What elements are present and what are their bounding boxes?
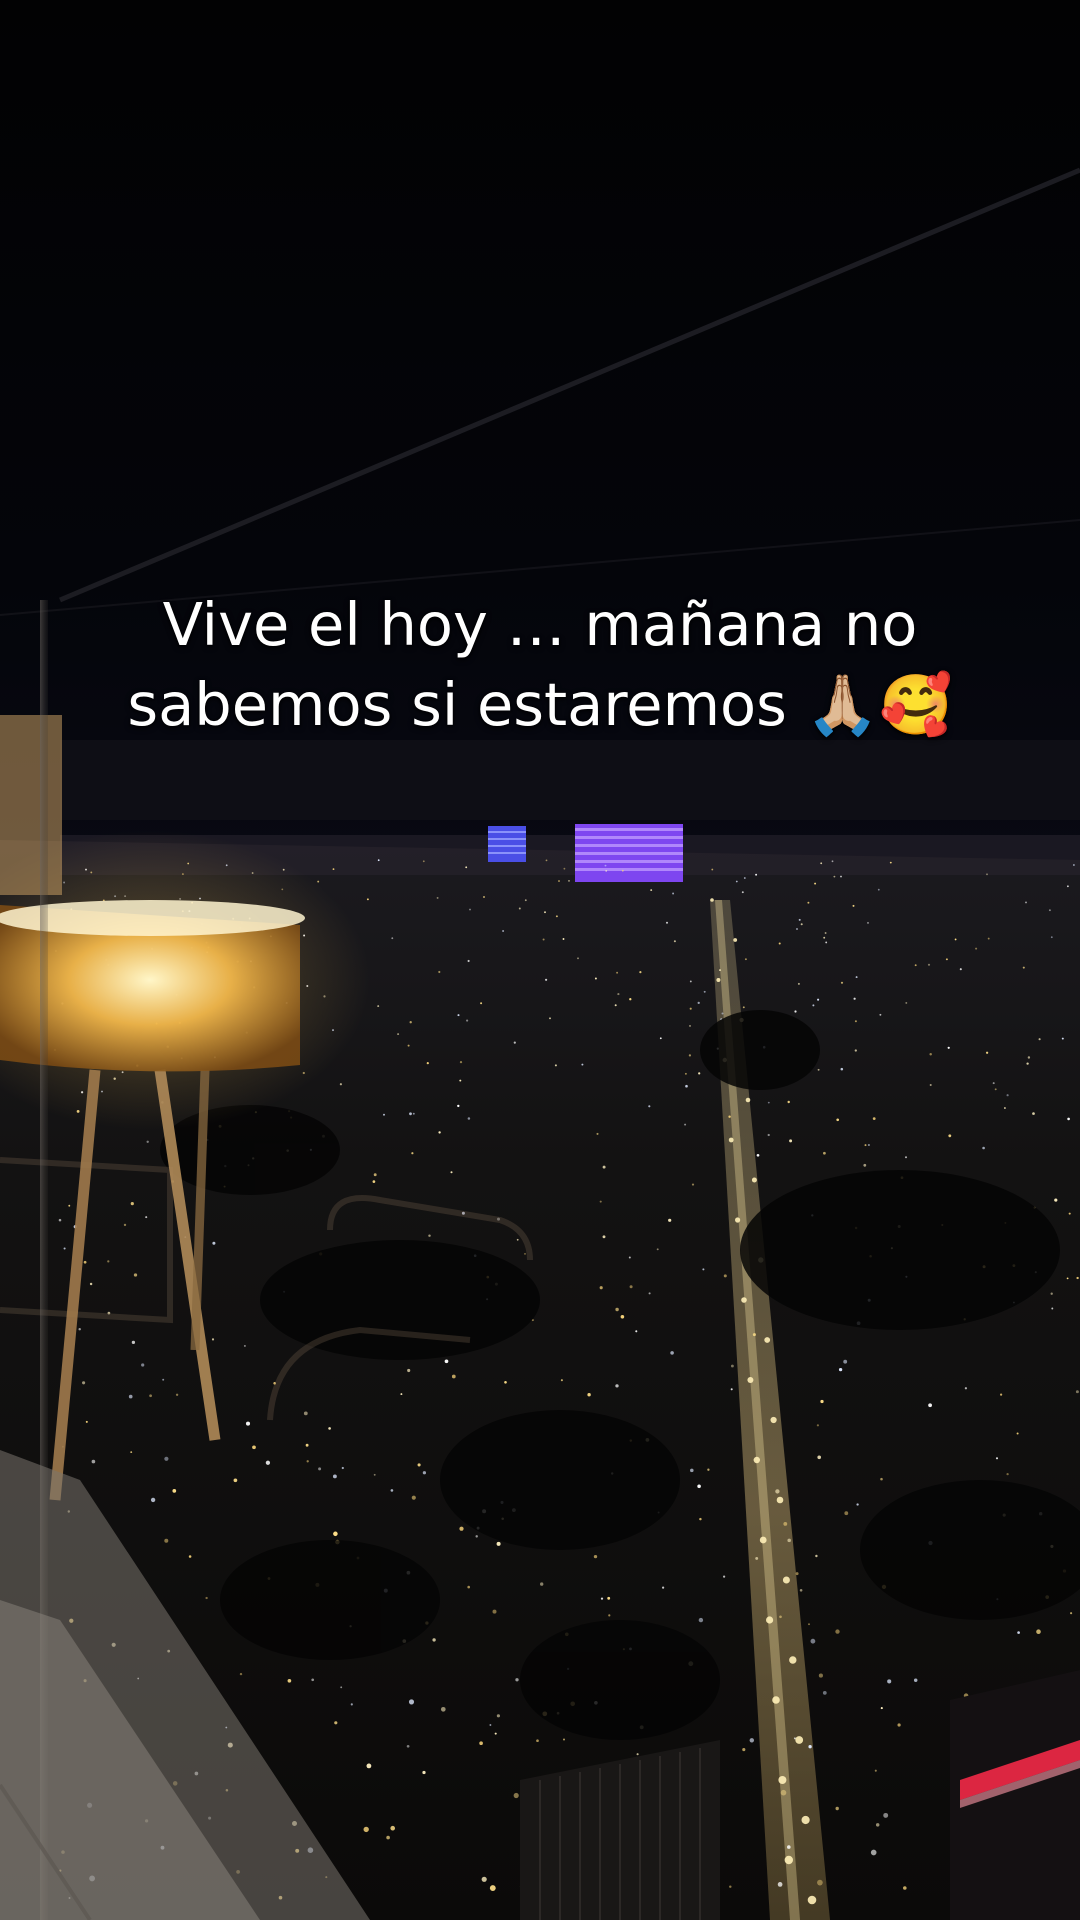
blue-tower bbox=[488, 826, 526, 862]
photo-scene: Vive el hoy … mañana no sabemos si estar… bbox=[0, 0, 1080, 1920]
night-city-photo bbox=[0, 167, 1080, 1920]
railing-top-edge bbox=[59, 167, 1080, 603]
caption-line-1: Vive el hoy … mañana no bbox=[162, 590, 918, 659]
caption-line-2: sabemos si estaremos 🙏🏼🥰 bbox=[127, 670, 953, 739]
caption-overlay: Vive el hoy … mañana no sabemos si estar… bbox=[40, 585, 1040, 745]
purple-tower bbox=[575, 824, 683, 882]
ceiling-reflection bbox=[60, 740, 1080, 820]
neon-building bbox=[950, 1670, 1080, 1920]
